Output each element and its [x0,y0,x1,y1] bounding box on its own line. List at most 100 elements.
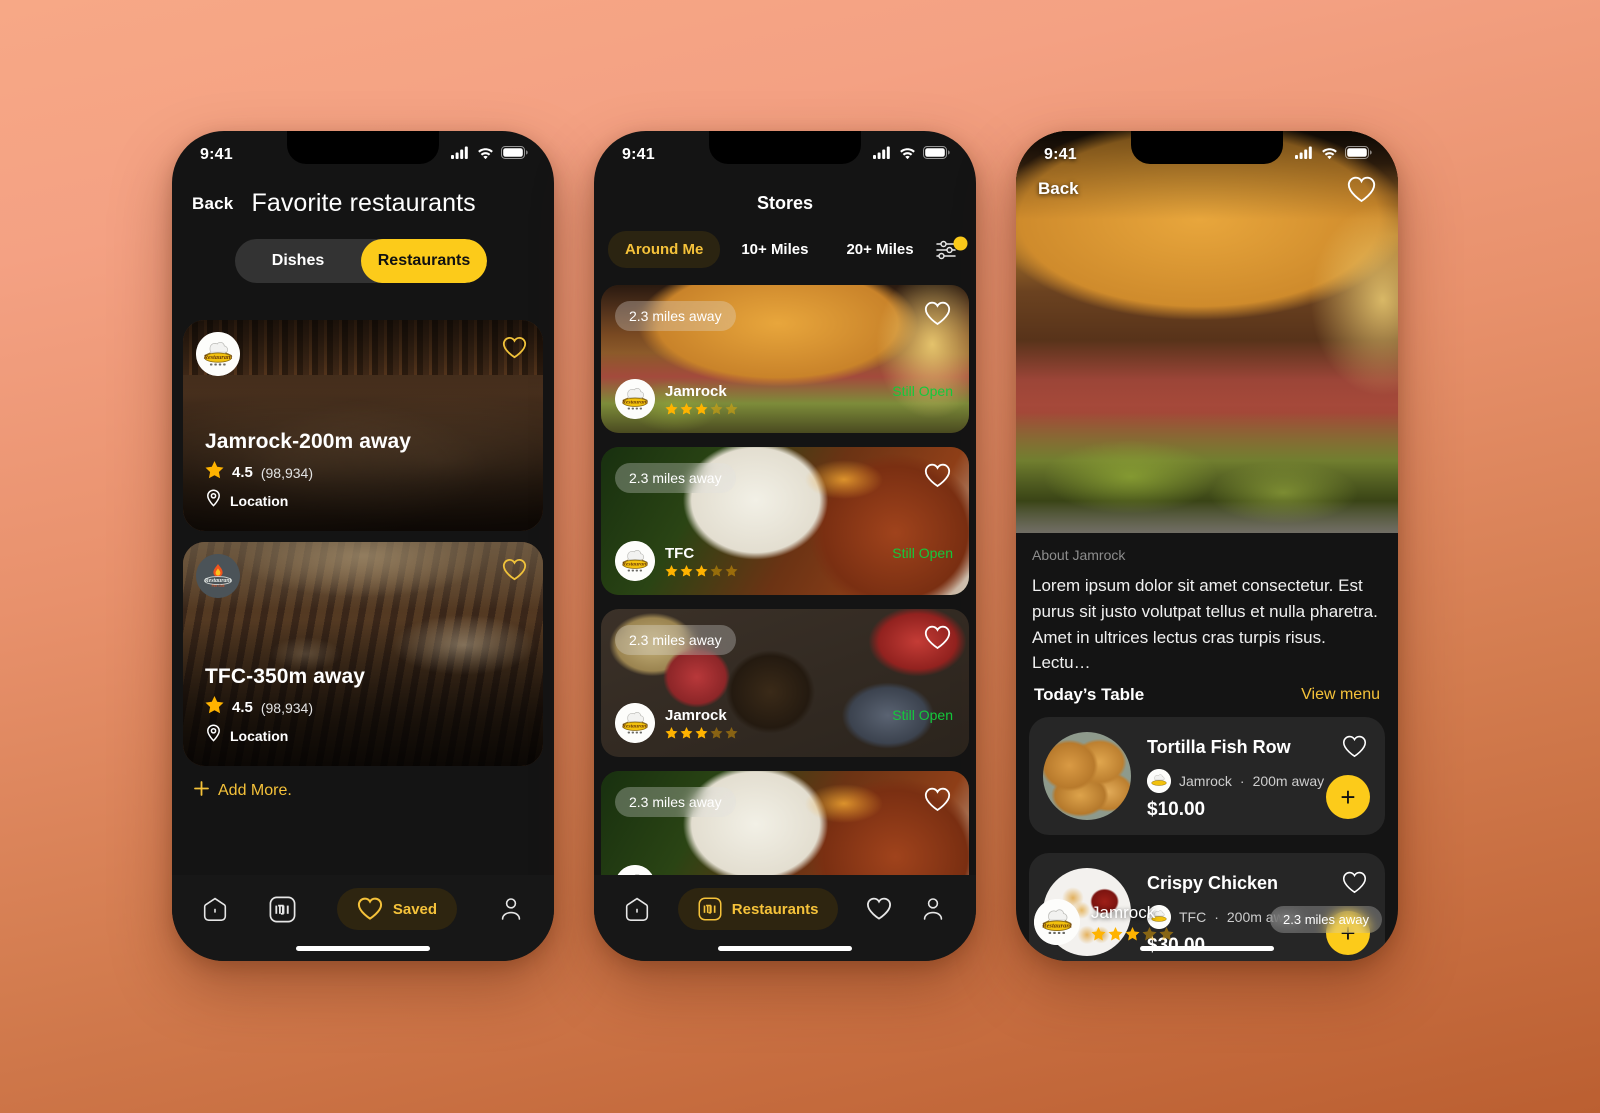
filter-around-me[interactable]: Around Me [608,231,721,268]
tab-saved[interactable]: Saved [336,888,458,930]
menu-item-distance: 200m away [1252,773,1325,789]
filter-bar: Around Me 10+ Miles 20+ Miles [608,231,968,268]
tab-home[interactable] [202,896,228,922]
favorite-heart-icon[interactable] [1342,871,1367,899]
home-indicator [718,946,852,951]
tab-profile[interactable] [498,896,524,922]
location-row[interactable]: Location [205,489,411,512]
favorite-heart-icon[interactable] [502,336,527,364]
store-card[interactable]: 2.3 miles away Restaurant Jamrock Still … [601,285,969,433]
store-open-status: Still Open [892,707,953,723]
store-brand: Restaurant Jamrock [615,703,738,743]
location-label: Location [230,492,289,509]
about-label: About Jamrock [1032,547,1126,563]
cellular-bars-icon [1295,146,1314,164]
back-button[interactable]: Back [192,194,233,214]
menu-item-name: Crispy Chicken [1147,873,1279,893]
view-menu-link[interactable]: View menu [1301,686,1380,704]
store-open-status: Still Open [892,383,953,399]
restaurant-info: Jamrock-200m away 4.5 (98,934) Location [205,430,411,517]
store-rating-stars [665,403,738,415]
tab-restaurants[interactable]: Restaurants [677,888,839,930]
rating-row: 4.5 (98,934) [205,696,365,719]
svg-text:Fire Grill: Fire Grill [212,584,225,588]
restaurant-info: TFC-350m away 4.5 (98,934) Location [205,665,365,752]
home-icon [625,897,649,921]
favorite-heart-icon[interactable] [1347,176,1376,208]
star-icon [205,461,224,484]
section-title: Today’s Table [1034,685,1145,704]
tab-dishes[interactable]: Dishes [235,239,361,283]
tab-restaurants-label: Restaurants [731,900,819,918]
rating-value: 4.5 [232,699,253,716]
svg-text:Restaurant: Restaurant [621,400,648,406]
location-pin-icon [205,489,222,512]
favorite-heart-icon[interactable] [924,301,951,331]
store-brand: Restaurant TFC [615,541,738,581]
favorite-restaurant-card[interactable]: Restaurant Fire Grill TFC-350m away 4.5 … [183,542,543,766]
person-icon [501,898,521,920]
favorite-heart-icon[interactable] [502,558,527,586]
favorite-restaurant-card[interactable]: Restaurant Jamrock-200m away 4.5 (98,934… [183,320,543,531]
rating-count: (98,934) [260,699,314,716]
wifi-icon [1321,146,1338,164]
status-bar: 9:41 [172,131,554,179]
hero-restaurant-name: Jamrock [1091,903,1156,922]
mi-restaurants-icon [698,897,722,921]
store-name: Jamrock [665,707,727,724]
heart-icon [357,897,382,920]
favorite-heart-icon[interactable] [1342,735,1367,763]
location-label: Location [230,727,289,744]
tab-restaurants[interactable]: Restaurants [361,239,487,283]
restaurant-name: TFC-350m away [205,665,366,688]
favorite-heart-icon[interactable] [924,625,951,655]
menu-item-card[interactable]: Tortilla Fish Row Jamrock · 200m away $1… [1029,717,1385,835]
filter-10-miles[interactable]: 10+ Miles [724,231,825,268]
meta-separator: · [1214,909,1219,925]
store-card[interactable]: 2.3 miles away Restaurant TFC Still Open [601,447,969,595]
restaurant-name: Jamrock-200m away [205,430,411,453]
add-to-cart-button[interactable]: + [1326,775,1370,819]
page-title: Stores [756,193,814,213]
back-button[interactable]: Back [1038,179,1079,199]
tab-home[interactable] [624,896,650,922]
restaurant-chef-logo: Restaurant [615,541,655,581]
restaurant-flame-logo: Restaurant Fire Grill [196,554,240,598]
tab-saved[interactable] [866,897,892,921]
favorite-heart-icon[interactable] [924,463,951,493]
cellular-bars-icon [873,146,892,164]
plus-icon [194,781,209,801]
rating-value: 4.5 [232,464,253,481]
filter-20-miles[interactable]: 20+ Miles [829,231,930,268]
status-bar: 9:41 [1016,131,1398,179]
tab-profile[interactable] [920,896,946,922]
svg-text:Restaurant: Restaurant [1041,922,1072,929]
wifi-icon [899,146,916,164]
favorite-heart-icon[interactable] [924,787,951,817]
tab-restaurants[interactable] [269,896,296,923]
battery-icon [1345,146,1372,164]
menu-item-meta: Jamrock · 200m away [1147,769,1324,793]
restaurant-chef-logo [1147,769,1171,793]
store-rating-stars [665,727,738,739]
cellular-bars-icon [451,146,470,164]
todays-table-header: Today’s Table View menu [1034,685,1380,705]
battery-icon [923,146,950,164]
store-distance-badge: 2.3 miles away [615,625,736,655]
add-more-button[interactable]: Add More. [194,781,292,801]
about-text: Lorem ipsum dolor sit amet consectetur. … [1032,576,1378,673]
status-time: 9:41 [200,146,233,163]
location-row[interactable]: Location [205,724,365,747]
person-icon [923,898,943,920]
store-card[interactable]: 2.3 miles away Restaurant Jamrock Still … [601,609,969,757]
store-distance-badge: 2.3 miles away [615,463,736,493]
restaurant-chef-logo: Restaurant [615,703,655,743]
store-rating-stars [665,565,738,577]
phone-restaurant-detail: 9:41 Back Restaurant Jamrock 2.3 miles a… [1016,131,1398,961]
store-distance-badge: 2.3 miles away [615,301,736,331]
segmented-control[interactable]: Dishes Restaurants [235,239,487,283]
status-time: 9:41 [622,146,655,163]
filter-settings-button[interactable] [935,235,969,265]
menu-item-restaurant: TFC [1179,909,1207,925]
sliders-icon [935,236,968,259]
